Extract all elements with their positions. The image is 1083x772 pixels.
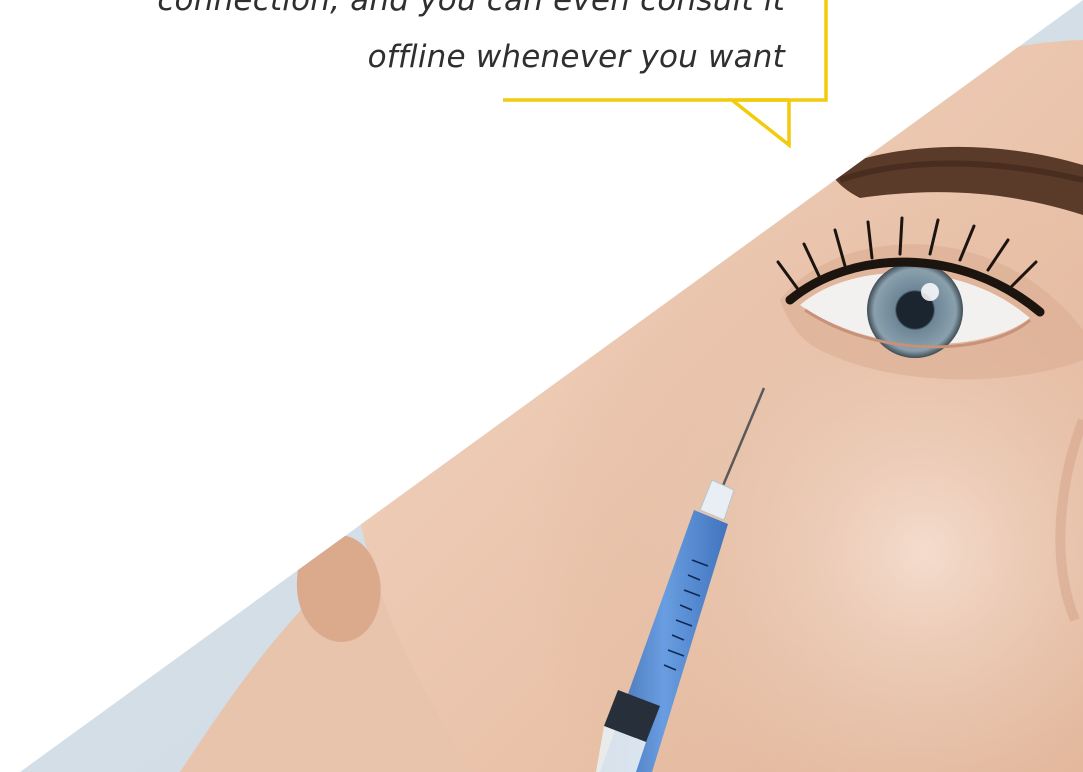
quote-line-2: offline whenever you want: [367, 39, 785, 75]
quote-line-1: connection, and you can even consult it: [157, 0, 785, 18]
quote-text: connection, and you can even consult it …: [85, 0, 785, 86]
hero-photo: [0, 0, 1083, 772]
page: connection, and you can even consult it …: [0, 0, 1083, 772]
